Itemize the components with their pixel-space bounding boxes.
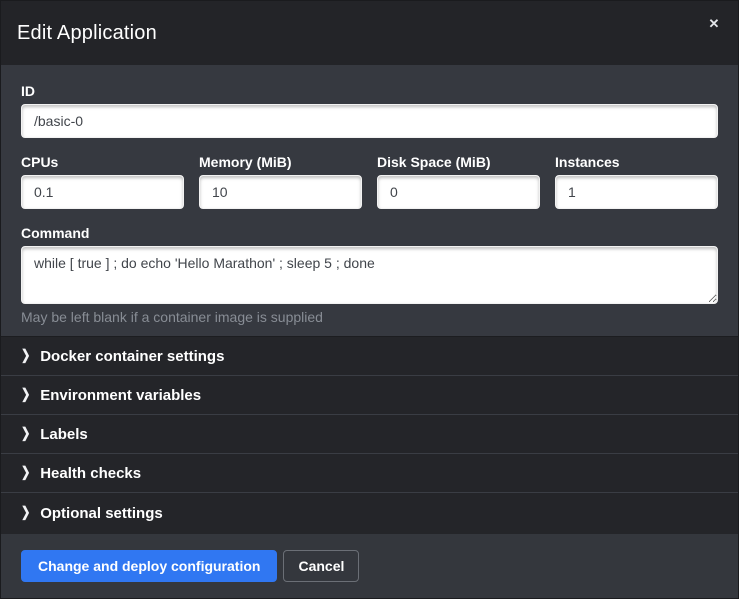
chevron-right-icon: ❯ xyxy=(21,349,30,363)
application-form: ID CPUs Memory (MiB) Disk Space (MiB) In… xyxy=(1,65,738,336)
chevron-right-icon: ❯ xyxy=(21,507,30,521)
resources-row: CPUs Memory (MiB) Disk Space (MiB) Insta… xyxy=(21,154,718,209)
cpus-field-group: CPUs xyxy=(21,154,184,209)
disk-input[interactable] xyxy=(377,175,540,209)
command-label: Command xyxy=(21,225,718,241)
id-field-group: ID xyxy=(21,83,718,138)
id-label: ID xyxy=(21,83,718,99)
memory-field-group: Memory (MiB) xyxy=(199,154,362,209)
section-docker-container-settings[interactable]: ❯ Docker container settings xyxy=(1,337,738,376)
command-textarea[interactable]: while [ true ] ; do echo 'Hello Marathon… xyxy=(21,246,718,304)
memory-input[interactable] xyxy=(199,175,362,209)
section-label: Docker container settings xyxy=(40,348,224,365)
instances-input[interactable] xyxy=(555,175,718,209)
modal-header: Edit Application ✕ xyxy=(1,1,738,65)
collapsible-sections: ❯ Docker container settings ❯ Environmen… xyxy=(1,336,738,534)
modal-footer: Change and deploy configuration Cancel xyxy=(1,534,738,598)
edit-application-modal: Edit Application ✕ ID CPUs Memory (MiB) … xyxy=(0,0,739,599)
command-field-group: Command while [ true ] ; do echo 'Hello … xyxy=(21,225,718,325)
disk-label: Disk Space (MiB) xyxy=(377,154,540,170)
section-label: Environment variables xyxy=(40,387,201,404)
instances-label: Instances xyxy=(555,154,718,170)
memory-label: Memory (MiB) xyxy=(199,154,362,170)
chevron-right-icon: ❯ xyxy=(21,427,30,441)
cpus-input[interactable] xyxy=(21,175,184,209)
cancel-button[interactable]: Cancel xyxy=(283,550,359,582)
chevron-right-icon: ❯ xyxy=(21,466,30,480)
modal-title: Edit Application xyxy=(17,22,157,45)
cpus-label: CPUs xyxy=(21,154,184,170)
section-label: Labels xyxy=(40,426,88,443)
close-icon[interactable]: ✕ xyxy=(704,14,724,34)
section-optional-settings[interactable]: ❯ Optional settings xyxy=(1,493,738,534)
instances-field-group: Instances xyxy=(555,154,718,209)
section-label: Health checks xyxy=(40,465,141,482)
chevron-right-icon: ❯ xyxy=(21,388,30,402)
section-label: Optional settings xyxy=(40,505,163,522)
section-labels[interactable]: ❯ Labels xyxy=(1,415,738,454)
change-and-deploy-button[interactable]: Change and deploy configuration xyxy=(21,550,277,582)
section-health-checks[interactable]: ❯ Health checks xyxy=(1,454,738,493)
id-input[interactable] xyxy=(21,104,718,138)
section-environment-variables[interactable]: ❯ Environment variables xyxy=(1,376,738,415)
disk-field-group: Disk Space (MiB) xyxy=(377,154,540,209)
command-help-text: May be left blank if a container image i… xyxy=(21,309,718,325)
